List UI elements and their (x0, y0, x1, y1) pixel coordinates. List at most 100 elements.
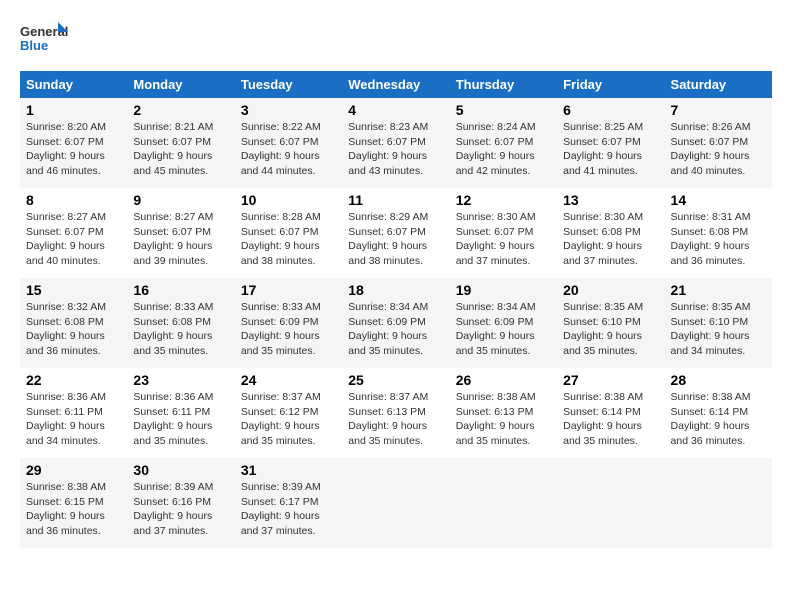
col-header-tuesday: Tuesday (235, 71, 342, 98)
calendar-cell: 24 Sunrise: 8:37 AMSunset: 6:12 PMDayligh… (235, 368, 342, 458)
day-number: 16 (133, 282, 228, 298)
calendar-cell: 26Sunrise: 8:38 AMSunset: 6:13 PMDayligh… (450, 368, 557, 458)
day-number: 8 (26, 192, 121, 208)
calendar-cell: 12 Sunrise: 8:30 AMSunset: 6:07 PMDayligh… (450, 188, 557, 278)
day-info: Sunrise: 8:39 AMSunset: 6:16 PMDaylight:… (133, 480, 228, 539)
day-info: Sunrise: 8:21 AMSunset: 6:07 PMDaylight:… (133, 120, 228, 179)
calendar-cell: 8 Sunrise: 8:27 AMSunset: 6:07 PMDaylight… (20, 188, 127, 278)
calendar-cell: 9 Sunrise: 8:27 AMSunset: 6:07 PMDaylight… (127, 188, 234, 278)
day-info: Sunrise: 8:36 AMSunset: 6:11 PMDaylight:… (26, 390, 121, 449)
svg-text:Blue: Blue (20, 38, 48, 53)
calendar-cell: 5Sunrise: 8:24 AMSunset: 6:07 PMDaylight… (450, 98, 557, 188)
logo-svg: General Blue (20, 20, 70, 65)
day-number: 27 (563, 372, 658, 388)
calendar-cell: 19Sunrise: 8:34 AMSunset: 6:09 PMDayligh… (450, 278, 557, 368)
calendar-cell: 29 Sunrise: 8:38 AMSunset: 6:15 PMDayligh… (20, 458, 127, 548)
calendar-cell: 18 Sunrise: 8:34 AMSunset: 6:09 PMDayligh… (342, 278, 449, 368)
calendar-cell (450, 458, 557, 548)
calendar-cell: 16 Sunrise: 8:33 AMSunset: 6:08 PMDayligh… (127, 278, 234, 368)
week-row-1: 1 Sunrise: 8:20 AMSunset: 6:07 PMDaylight… (20, 98, 772, 188)
day-number: 17 (241, 282, 336, 298)
calendar-cell: 30 Sunrise: 8:39 AMSunset: 6:16 PMDayligh… (127, 458, 234, 548)
calendar-cell: 1 Sunrise: 8:20 AMSunset: 6:07 PMDaylight… (20, 98, 127, 188)
day-info: Sunrise: 8:35 AMSunset: 6:10 PMDaylight:… (671, 300, 766, 359)
day-info: Sunrise: 8:31 AMSunset: 6:08 PMDaylight:… (671, 210, 766, 269)
day-info: Sunrise: 8:34 AMSunset: 6:09 PMDaylight:… (348, 300, 443, 359)
day-number: 11 (348, 192, 443, 208)
col-header-friday: Friday (557, 71, 664, 98)
day-info: Sunrise: 8:32 AMSunset: 6:08 PMDaylight:… (26, 300, 121, 359)
day-number: 20 (563, 282, 658, 298)
week-row-2: 8 Sunrise: 8:27 AMSunset: 6:07 PMDaylight… (20, 188, 772, 278)
calendar-cell: 15 Sunrise: 8:32 AMSunset: 6:08 PMDayligh… (20, 278, 127, 368)
day-number: 3 (241, 102, 336, 118)
day-number: 25 (348, 372, 443, 388)
day-number: 30 (133, 462, 228, 478)
day-number: 31 (241, 462, 336, 478)
col-header-saturday: Saturday (665, 71, 772, 98)
day-number: 13 (563, 192, 658, 208)
day-number: 22 (26, 372, 121, 388)
calendar-cell (557, 458, 664, 548)
day-info: Sunrise: 8:30 AMSunset: 6:08 PMDaylight:… (563, 210, 658, 269)
calendar-cell: 7Sunrise: 8:26 AMSunset: 6:07 PMDaylight… (665, 98, 772, 188)
day-info: Sunrise: 8:22 AMSunset: 6:07 PMDaylight:… (241, 120, 336, 179)
logo: General Blue (20, 20, 70, 65)
calendar-cell: 31 Sunrise: 8:39 AMSunset: 6:17 PMDayligh… (235, 458, 342, 548)
day-info: Sunrise: 8:28 AMSunset: 6:07 PMDaylight:… (241, 210, 336, 269)
day-number: 1 (26, 102, 121, 118)
calendar-cell: 14 Sunrise: 8:31 AMSunset: 6:08 PMDayligh… (665, 188, 772, 278)
col-header-monday: Monday (127, 71, 234, 98)
day-info: Sunrise: 8:23 AMSunset: 6:07 PMDaylight:… (348, 120, 443, 179)
day-info: Sunrise: 8:25 AMSunset: 6:07 PMDaylight:… (563, 120, 658, 179)
day-info: Sunrise: 8:27 AMSunset: 6:07 PMDaylight:… (133, 210, 228, 269)
day-info: Sunrise: 8:39 AMSunset: 6:17 PMDaylight:… (241, 480, 336, 539)
day-info: Sunrise: 8:20 AMSunset: 6:07 PMDaylight:… (26, 120, 121, 179)
day-number: 12 (456, 192, 551, 208)
week-row-5: 29 Sunrise: 8:38 AMSunset: 6:15 PMDayligh… (20, 458, 772, 548)
calendar-cell: 3 Sunrise: 8:22 AMSunset: 6:07 PMDaylight… (235, 98, 342, 188)
header: General Blue (20, 20, 772, 65)
col-header-thursday: Thursday (450, 71, 557, 98)
day-number: 19 (456, 282, 551, 298)
day-info: Sunrise: 8:36 AMSunset: 6:11 PMDaylight:… (133, 390, 228, 449)
day-number: 14 (671, 192, 766, 208)
day-info: Sunrise: 8:30 AMSunset: 6:07 PMDaylight:… (456, 210, 551, 269)
day-number: 26 (456, 372, 551, 388)
day-number: 24 (241, 372, 336, 388)
calendar-cell (665, 458, 772, 548)
calendar-cell: 27Sunrise: 8:38 AMSunset: 6:14 PMDayligh… (557, 368, 664, 458)
calendar-cell: 4 Sunrise: 8:23 AMSunset: 6:07 PMDaylight… (342, 98, 449, 188)
calendar-cell: 11Sunrise: 8:29 AMSunset: 6:07 PMDayligh… (342, 188, 449, 278)
calendar-cell: 20 Sunrise: 8:35 AMSunset: 6:10 PMDayligh… (557, 278, 664, 368)
day-number: 29 (26, 462, 121, 478)
day-info: Sunrise: 8:33 AMSunset: 6:08 PMDaylight:… (133, 300, 228, 359)
calendar-table: SundayMondayTuesdayWednesdayThursdayFrid… (20, 71, 772, 548)
week-row-3: 15 Sunrise: 8:32 AMSunset: 6:08 PMDayligh… (20, 278, 772, 368)
day-number: 9 (133, 192, 228, 208)
col-header-sunday: Sunday (20, 71, 127, 98)
day-number: 2 (133, 102, 228, 118)
calendar-cell: 6 Sunrise: 8:25 AMSunset: 6:07 PMDaylight… (557, 98, 664, 188)
day-number: 21 (671, 282, 766, 298)
calendar-cell (342, 458, 449, 548)
day-info: Sunrise: 8:35 AMSunset: 6:10 PMDaylight:… (563, 300, 658, 359)
calendar-cell: 17Sunrise: 8:33 AMSunset: 6:09 PMDayligh… (235, 278, 342, 368)
day-number: 18 (348, 282, 443, 298)
day-number: 4 (348, 102, 443, 118)
day-info: Sunrise: 8:38 AMSunset: 6:14 PMDaylight:… (671, 390, 766, 449)
calendar-cell: 25Sunrise: 8:37 AMSunset: 6:13 PMDayligh… (342, 368, 449, 458)
calendar-cell: 10 Sunrise: 8:28 AMSunset: 6:07 PMDayligh… (235, 188, 342, 278)
day-info: Sunrise: 8:24 AMSunset: 6:07 PMDaylight:… (456, 120, 551, 179)
week-row-4: 22 Sunrise: 8:36 AMSunset: 6:11 PMDayligh… (20, 368, 772, 458)
header-row: SundayMondayTuesdayWednesdayThursdayFrid… (20, 71, 772, 98)
calendar-cell: 28Sunrise: 8:38 AMSunset: 6:14 PMDayligh… (665, 368, 772, 458)
day-info: Sunrise: 8:37 AMSunset: 6:12 PMDaylight:… (241, 390, 336, 449)
calendar-cell: 23Sunrise: 8:36 AMSunset: 6:11 PMDayligh… (127, 368, 234, 458)
day-number: 6 (563, 102, 658, 118)
day-info: Sunrise: 8:27 AMSunset: 6:07 PMDaylight:… (26, 210, 121, 269)
day-number: 10 (241, 192, 336, 208)
day-number: 15 (26, 282, 121, 298)
calendar-cell: 2 Sunrise: 8:21 AMSunset: 6:07 PMDaylight… (127, 98, 234, 188)
day-info: Sunrise: 8:38 AMSunset: 6:15 PMDaylight:… (26, 480, 121, 539)
